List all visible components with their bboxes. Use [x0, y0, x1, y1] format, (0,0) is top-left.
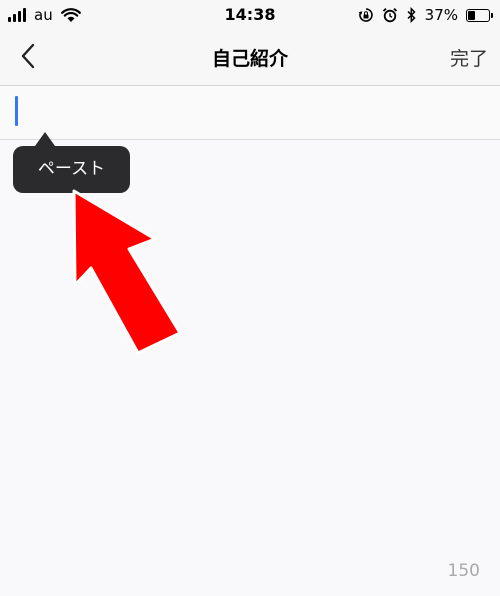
character-counter: 150: [447, 561, 480, 581]
red-arrow-annotation: [72, 189, 182, 355]
